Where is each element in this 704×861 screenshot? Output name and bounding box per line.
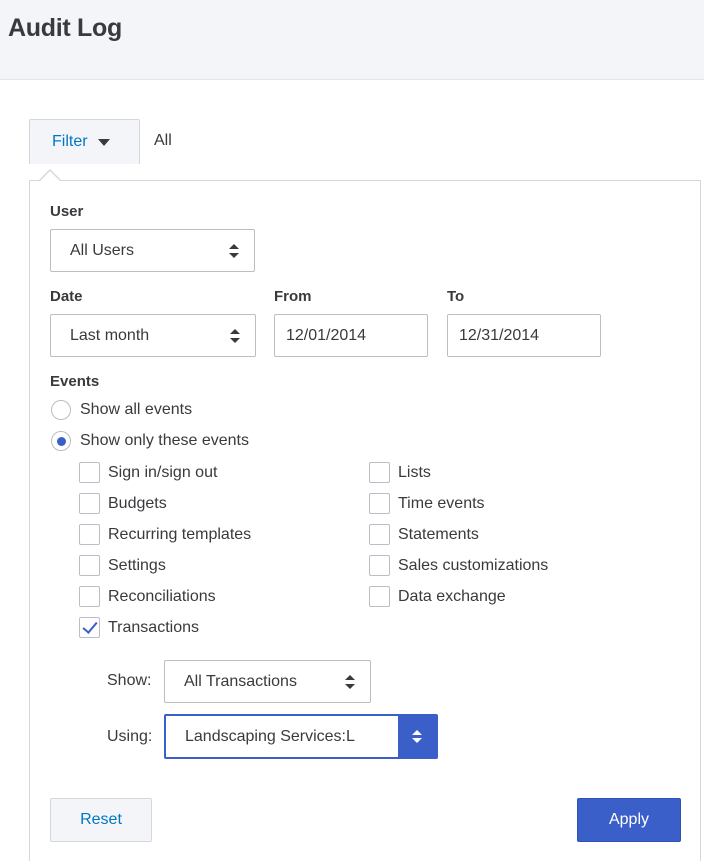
transactions-show-select[interactable]: All Transactions [164,660,371,703]
user-select-value: All Users [70,241,135,259]
radio-label: Show all events [80,401,193,418]
filter-summary: All [154,132,172,149]
transactions-show-value: All Transactions [184,672,297,690]
checkbox-time-events[interactable]: Time events [369,493,485,514]
filter-button[interactable]: Filter [29,119,140,164]
checkbox[interactable] [369,586,390,607]
from-label: From [274,288,312,305]
checkbox-label: Lists [398,463,431,481]
checkbox-sales-customizations[interactable]: Sales customizations [369,555,548,576]
caret-down-icon [97,138,110,146]
checkbox[interactable] [369,524,390,545]
checkbox-budgets[interactable]: Budgets [79,493,167,514]
select-arrows-icon[interactable] [398,716,436,757]
checkbox[interactable] [79,555,100,576]
checkbox-label: Settings [108,556,166,574]
checkbox-transactions[interactable]: Transactions [79,617,199,638]
show-label: Show: [107,672,152,689]
date-range-select[interactable]: Last month [50,314,256,357]
checkbox[interactable] [369,462,390,483]
checkbox-settings[interactable]: Settings [79,555,166,576]
date-range-value: Last month [70,326,150,344]
date-label: Date [50,288,83,305]
select-arrows-icon [345,674,355,689]
radio-label: Show only these events [80,432,249,449]
checkbox[interactable] [79,462,100,483]
page-header: Audit Log [0,0,704,80]
checkbox-reconciliations[interactable]: Reconciliations [79,586,216,607]
checkbox-label: Sign in/sign out [108,463,218,481]
checkbox[interactable] [79,493,100,514]
user-label: User [50,203,84,220]
checkbox[interactable] [369,555,390,576]
checkbox-label: Transactions [108,618,199,636]
filter-button-label: Filter [52,133,88,150]
from-date-value: 12/01/2014 [286,326,367,344]
select-arrows-icon [230,328,240,343]
checkbox[interactable] [369,493,390,514]
checkbox-label: Statements [398,525,479,543]
checkbox-sign-in-sign-out[interactable]: Sign in/sign out [79,462,217,483]
checkbox-label: Data exchange [398,587,506,605]
checkbox-statements[interactable]: Statements [369,524,479,545]
radio-show-all-events[interactable]: Show all events [51,400,192,420]
transactions-using-select[interactable]: Landscaping Services:L [164,714,438,759]
checkbox-lists[interactable]: Lists [369,462,431,483]
reset-button[interactable]: Reset [50,798,152,842]
radio-button[interactable] [51,400,71,420]
panel-pointer-fill [39,171,61,182]
using-label: Using: [107,728,153,745]
events-label: Events [50,373,100,390]
from-date-input[interactable]: 12/01/2014 [274,314,428,357]
checkbox-label: Budgets [108,494,167,512]
checkbox-label: Sales customizations [398,556,549,574]
user-select[interactable]: All Users [50,229,255,272]
checkbox-recurring-templates[interactable]: Recurring templates [79,524,251,545]
checkbox[interactable] [79,586,100,607]
radio-button-checked[interactable] [51,431,71,451]
to-label: To [447,288,465,305]
checkbox-label: Recurring templates [108,525,252,543]
checkbox-label: Reconciliations [108,587,216,605]
transactions-using-value: Landscaping Services:L [185,727,355,745]
checkbox[interactable] [79,524,100,545]
page-title: Audit Log [8,14,122,42]
radio-show-only-these-events[interactable]: Show only these events [51,431,249,451]
select-arrows-icon [229,243,239,258]
to-date-value: 12/31/2014 [459,326,540,344]
checkbox-checked[interactable] [79,617,100,638]
to-date-input[interactable]: 12/31/2014 [447,314,601,357]
checkbox-data-exchange[interactable]: Data exchange [369,586,506,607]
apply-button[interactable]: Apply [577,798,681,842]
checkbox-label: Time events [398,494,485,512]
